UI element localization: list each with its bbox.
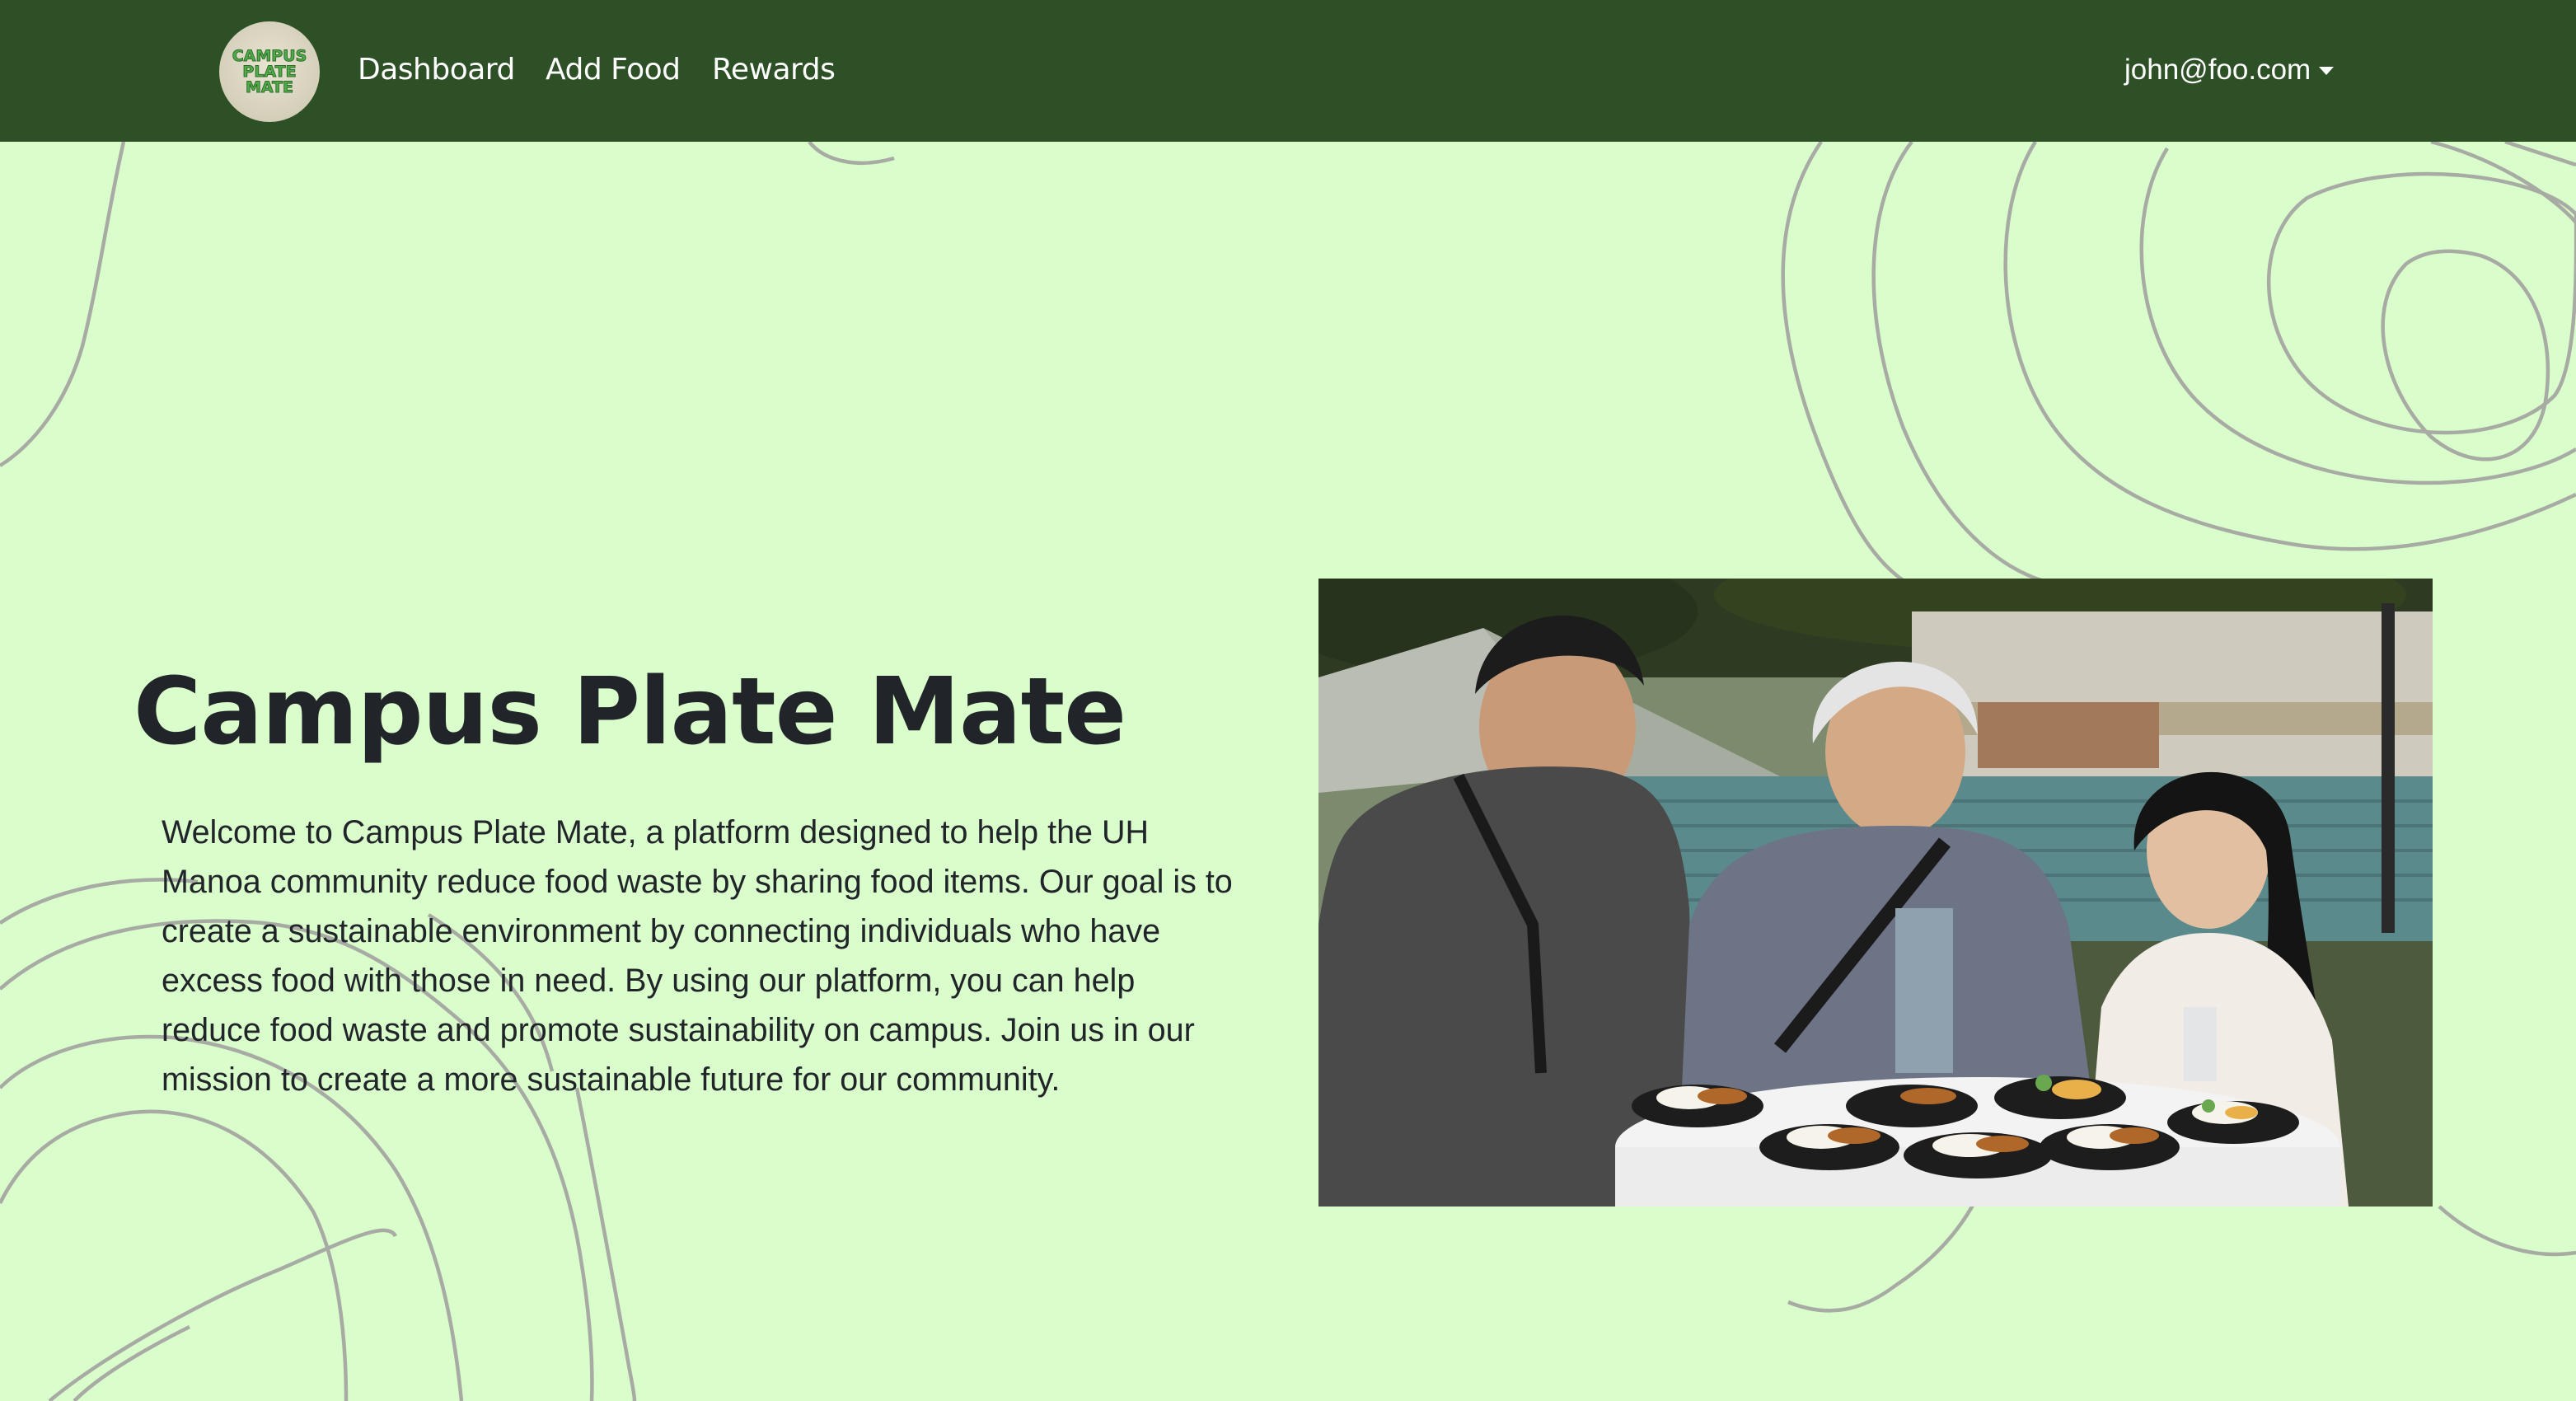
nav-link-rewards[interactable]: Rewards <box>712 49 836 91</box>
page: CAMPUS PLATE MATE Dashboard Add Food Rew… <box>0 0 2576 1401</box>
students-with-food-photo <box>1318 579 2433 1207</box>
logo-text-line-1: CAMPUS <box>232 46 307 65</box>
nav-link-add-food[interactable]: Add Food <box>546 49 681 91</box>
user-email: john@foo.com <box>2124 54 2311 86</box>
campus-plate-mate-logo[interactable]: CAMPUS PLATE MATE <box>219 21 320 122</box>
logo-text-line-3: MATE <box>245 77 294 96</box>
nav-link-dashboard[interactable]: Dashboard <box>358 49 515 91</box>
caret-down-icon <box>2319 67 2335 75</box>
top-navbar: CAMPUS PLATE MATE Dashboard Add Food Rew… <box>0 0 2576 142</box>
intro-paragraph: Welcome to Campus Plate Mate, a platform… <box>162 814 1233 1098</box>
user-dropdown-toggle[interactable]: john@foo.com <box>2124 49 2335 91</box>
logo-text-line-2: PLATE <box>242 62 297 81</box>
page-title: Campus Plate Mate <box>133 658 1126 766</box>
